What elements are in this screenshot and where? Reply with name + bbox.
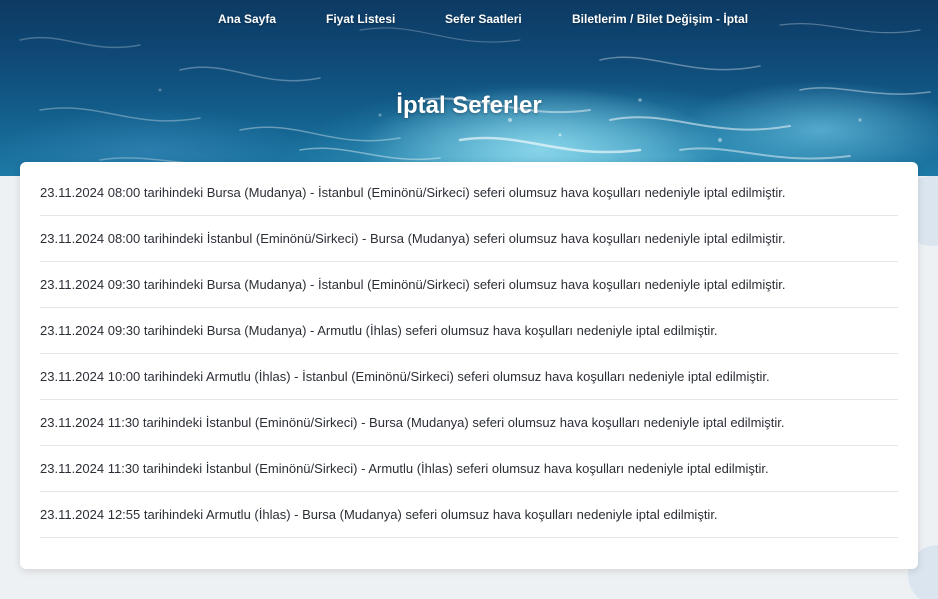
list-item: 23.11.2024 10:00 tarihindeki Armutlu (İh… [40, 354, 898, 400]
nav-item-price-list[interactable]: Fiyat Listesi [326, 12, 395, 26]
nav-item-schedule[interactable]: Sefer Saatleri [445, 12, 522, 26]
nav-item-home[interactable]: Ana Sayfa [218, 12, 276, 26]
main-nav: Ana Sayfa Fiyat Listesi Sefer Saatleri B… [0, 12, 938, 30]
page-title: İptal Seferler [396, 92, 542, 120]
hero-banner: Ana Sayfa Fiyat Listesi Sefer Saatleri B… [0, 0, 938, 176]
list-item: 23.11.2024 08:00 tarihindeki İstanbul (E… [40, 216, 898, 262]
cancellations-list: 23.11.2024 08:00 tarihindeki Bursa (Muda… [40, 170, 898, 538]
list-item: 23.11.2024 09:30 tarihindeki Bursa (Muda… [40, 308, 898, 354]
list-item: 23.11.2024 09:30 tarihindeki Bursa (Muda… [40, 262, 898, 308]
page: Ana Sayfa Fiyat Listesi Sefer Saatleri B… [0, 0, 938, 599]
list-item: 23.11.2024 11:30 tarihindeki İstanbul (E… [40, 400, 898, 446]
nav-item-my-tickets[interactable]: Biletlerim / Bilet Değişim - İptal [572, 12, 748, 26]
list-item: 23.11.2024 08:00 tarihindeki Bursa (Muda… [40, 170, 898, 216]
list-item: 23.11.2024 12:55 tarihindeki Armutlu (İh… [40, 492, 898, 538]
cancellations-card: 23.11.2024 08:00 tarihindeki Bursa (Muda… [20, 162, 918, 569]
list-item: 23.11.2024 11:30 tarihindeki İstanbul (E… [40, 446, 898, 492]
